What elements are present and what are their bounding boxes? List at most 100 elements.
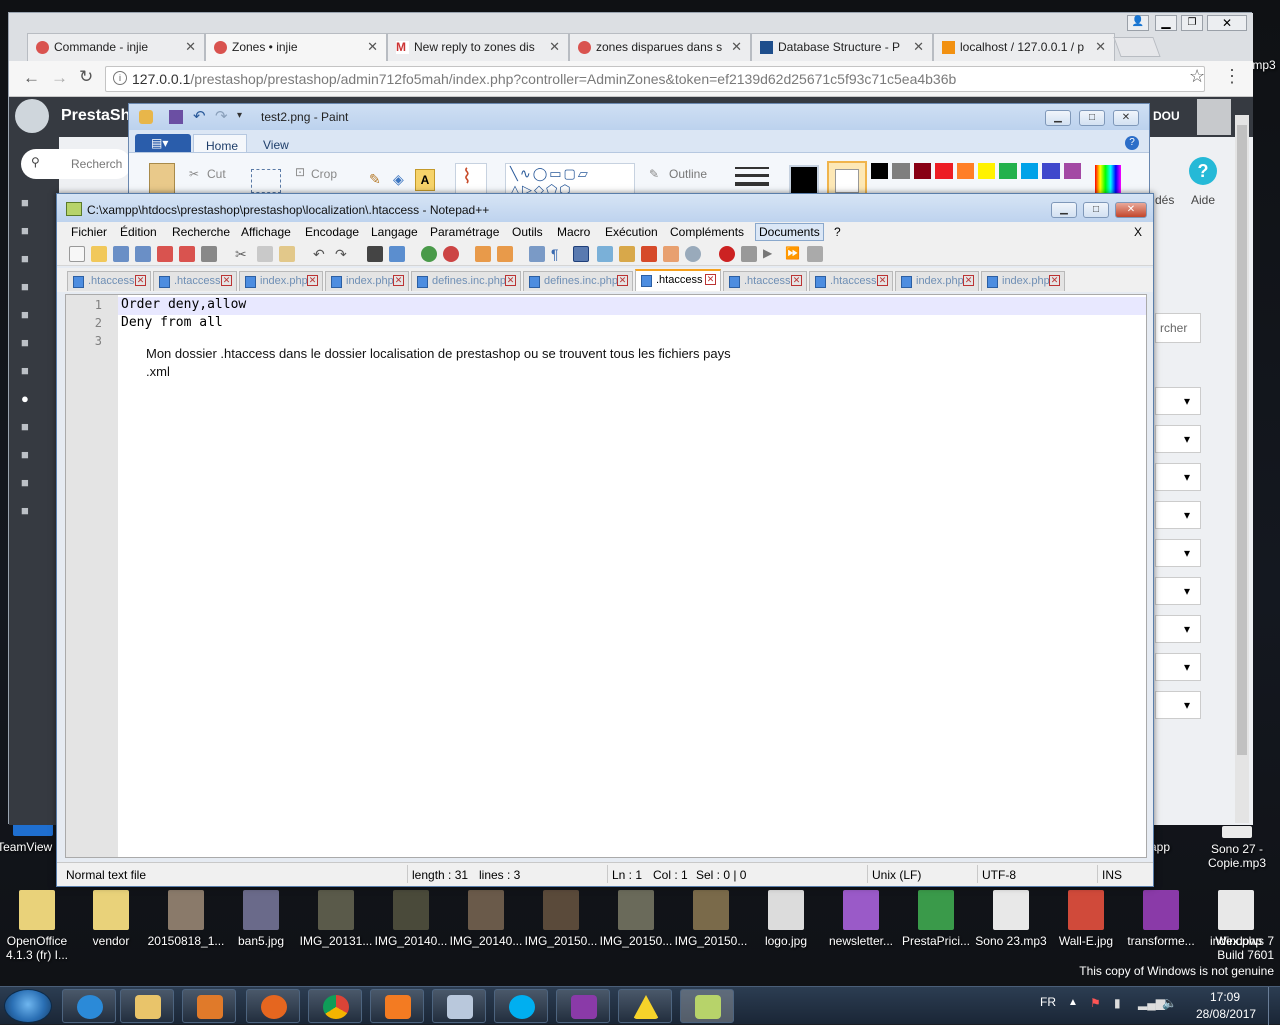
close-icon[interactable]: ✕ — [705, 274, 716, 285]
save-macro-icon[interactable] — [807, 246, 823, 262]
menu-documents[interactable]: Documents — [755, 223, 824, 241]
minimize-icon[interactable]: ▁ — [1155, 15, 1177, 31]
chrome-tab-zones[interactable]: Zones • injie ✕ — [205, 33, 387, 61]
close-icon[interactable]: ✕ — [791, 275, 802, 286]
desktop-icon[interactable]: ban5.jpg — [222, 890, 300, 948]
sidebar-icon-2[interactable]: ■ — [21, 223, 29, 238]
quick-access-dropdown-icon[interactable]: ▾ — [237, 110, 242, 121]
close-window-icon[interactable]: ✕ — [1207, 15, 1247, 31]
menu-parametrage[interactable]: Paramétrage — [430, 225, 499, 239]
sidebar-icon-9[interactable]: ■ — [21, 419, 29, 434]
tab-defines-inc-php[interactable]: defines.inc.php ✕ — [411, 271, 521, 291]
chrome-tab-zones-disparues[interactable]: zones disparues dans s ✕ — [569, 33, 751, 61]
tab-view[interactable]: View — [263, 138, 289, 152]
filter-select[interactable]: ▾ — [1155, 387, 1201, 415]
menu-help[interactable]: ? — [834, 225, 841, 239]
volume-icon[interactable]: 🔈 — [1162, 996, 1177, 1010]
filter-select[interactable]: ▾ — [1155, 691, 1201, 719]
menu-complements[interactable]: Compléments — [670, 225, 744, 239]
menu-edition[interactable]: Édition — [120, 225, 157, 239]
select-icon[interactable] — [251, 169, 281, 193]
close-icon[interactable]: ✕ — [185, 39, 196, 55]
close-icon[interactable]: ✕ — [221, 275, 232, 286]
help-icon[interactable]: ? — [1189, 157, 1217, 185]
sidebar-icon-localisation[interactable]: ● — [21, 391, 29, 406]
maximize-icon[interactable]: □ — [1083, 202, 1109, 218]
sidebar-icon-10[interactable]: ■ — [21, 447, 29, 462]
play-macro-icon[interactable]: ▶ — [763, 246, 779, 262]
chrome-tab-database-structure[interactable]: Database Structure - P ✕ — [751, 33, 933, 61]
cut-icon[interactable]: ✂ — [235, 246, 251, 262]
close-all-icon[interactable] — [179, 246, 195, 262]
taskbar-ie[interactable] — [62, 989, 116, 1023]
taskbar-firefox[interactable] — [246, 989, 300, 1023]
desktop-icon[interactable]: 20150818_1... — [147, 890, 225, 948]
chrome-tab-gmail[interactable]: M New reply to zones dis ✕ — [387, 33, 569, 61]
copy-icon[interactable] — [257, 246, 273, 262]
editor-area[interactable]: 1 2 3 Order deny,allow Deny from all Mon… — [65, 294, 1147, 858]
language-indicator[interactable]: FR — [1040, 995, 1056, 1009]
close-icon[interactable]: ✕ — [1113, 110, 1139, 126]
tab-htaccess-active[interactable]: .htaccess ✕ — [635, 269, 721, 291]
record-macro-icon[interactable] — [719, 246, 735, 262]
undo-icon[interactable]: ↶ — [313, 246, 329, 262]
bookmark-star-icon[interactable]: ☆ — [1189, 66, 1205, 87]
desktop-icon[interactable]: OpenOffice 4.1.3 (fr) I... — [0, 890, 76, 962]
close-icon[interactable]: ✕ — [549, 39, 560, 55]
tab-htaccess[interactable]: .htaccess ✕ — [153, 271, 237, 291]
tab-htaccess[interactable]: .htaccess ✕ — [723, 271, 807, 291]
chrome-tab-commande[interactable]: Commande - injie ✕ — [27, 33, 205, 61]
menu-recherche[interactable]: Recherche — [172, 225, 230, 239]
desktop-icon[interactable]: logo.jpg — [747, 890, 825, 948]
taskbar-explorer[interactable] — [120, 989, 174, 1023]
new-file-icon[interactable] — [69, 246, 85, 262]
filter-select[interactable]: ▾ — [1155, 653, 1201, 681]
taskbar-warning[interactable] — [618, 989, 672, 1023]
sidebar-icon-7[interactable]: ■ — [21, 363, 29, 378]
paint-file-menu[interactable]: ▤▾ — [135, 134, 191, 154]
user-language-icon[interactable] — [597, 246, 613, 262]
taskbar-paint[interactable] — [432, 989, 486, 1023]
desktop-icon[interactable]: IMG_20140... — [372, 890, 450, 948]
page-scrollbar[interactable] — [1235, 115, 1249, 823]
folder-as-workspace-icon[interactable] — [663, 246, 679, 262]
undo-icon[interactable]: ↶ — [193, 107, 206, 125]
filter-select[interactable]: ▾ — [1155, 615, 1201, 643]
user-menu[interactable]: DOU — [1153, 109, 1180, 123]
save-icon[interactable] — [169, 110, 183, 124]
clock-date[interactable]: 28/08/2017 — [1196, 1007, 1256, 1021]
brushes-icon[interactable]: ⌇ — [455, 163, 487, 195]
redo-icon[interactable]: ↷ — [335, 246, 351, 262]
menu-outils[interactable]: Outils — [512, 225, 543, 239]
size-icon[interactable] — [735, 163, 769, 193]
close-icon[interactable]: ✕ — [393, 275, 404, 286]
paste-icon[interactable] — [279, 246, 295, 262]
desktop-icon-sono27[interactable]: Sono 27 - Copie.mp3 — [1198, 826, 1276, 870]
menu-fichier[interactable]: Fichier — [71, 225, 107, 239]
tab-defines-inc-php[interactable]: defines.inc.php ✕ — [523, 271, 633, 291]
sidebar-icon-1[interactable]: ■ — [21, 195, 29, 210]
find-icon[interactable] — [367, 246, 383, 262]
zoom-in-icon[interactable] — [421, 246, 437, 262]
close-icon[interactable]: ✕ — [1049, 275, 1060, 286]
close-icon[interactable]: ✕ — [1115, 202, 1147, 218]
desktop-icon[interactable]: IMG_20150... — [672, 890, 750, 948]
chrome-tab-phpmyadmin[interactable]: localhost / 127.0.0.1 / p ✕ — [933, 33, 1115, 61]
filter-select[interactable]: ▾ — [1155, 463, 1201, 491]
close-icon[interactable]: ✕ — [963, 275, 974, 286]
desktop-icon[interactable]: IMG_20131... — [297, 890, 375, 948]
stop-macro-icon[interactable] — [741, 246, 757, 262]
tab-index-php[interactable]: index.php ✕ — [895, 271, 979, 291]
fill-icon[interactable]: ◈ — [393, 171, 404, 188]
taskbar-winrar[interactable] — [556, 989, 610, 1023]
reload-icon[interactable]: ↻ — [79, 67, 93, 87]
close-icon[interactable]: ✕ — [1095, 39, 1106, 55]
run-macro-multiple-icon[interactable]: ⏩ — [785, 246, 801, 262]
replace-icon[interactable] — [389, 246, 405, 262]
tab-index-php[interactable]: index.php ✕ — [981, 271, 1065, 291]
maximize-icon[interactable]: □ — [1079, 110, 1105, 126]
desktop-icon[interactable]: newsletter... — [822, 890, 900, 948]
filter-select[interactable]: ▾ — [1155, 577, 1201, 605]
close-icon[interactable]: ✕ — [731, 39, 742, 55]
outline-dropdown[interactable]: Outline — [669, 167, 707, 181]
